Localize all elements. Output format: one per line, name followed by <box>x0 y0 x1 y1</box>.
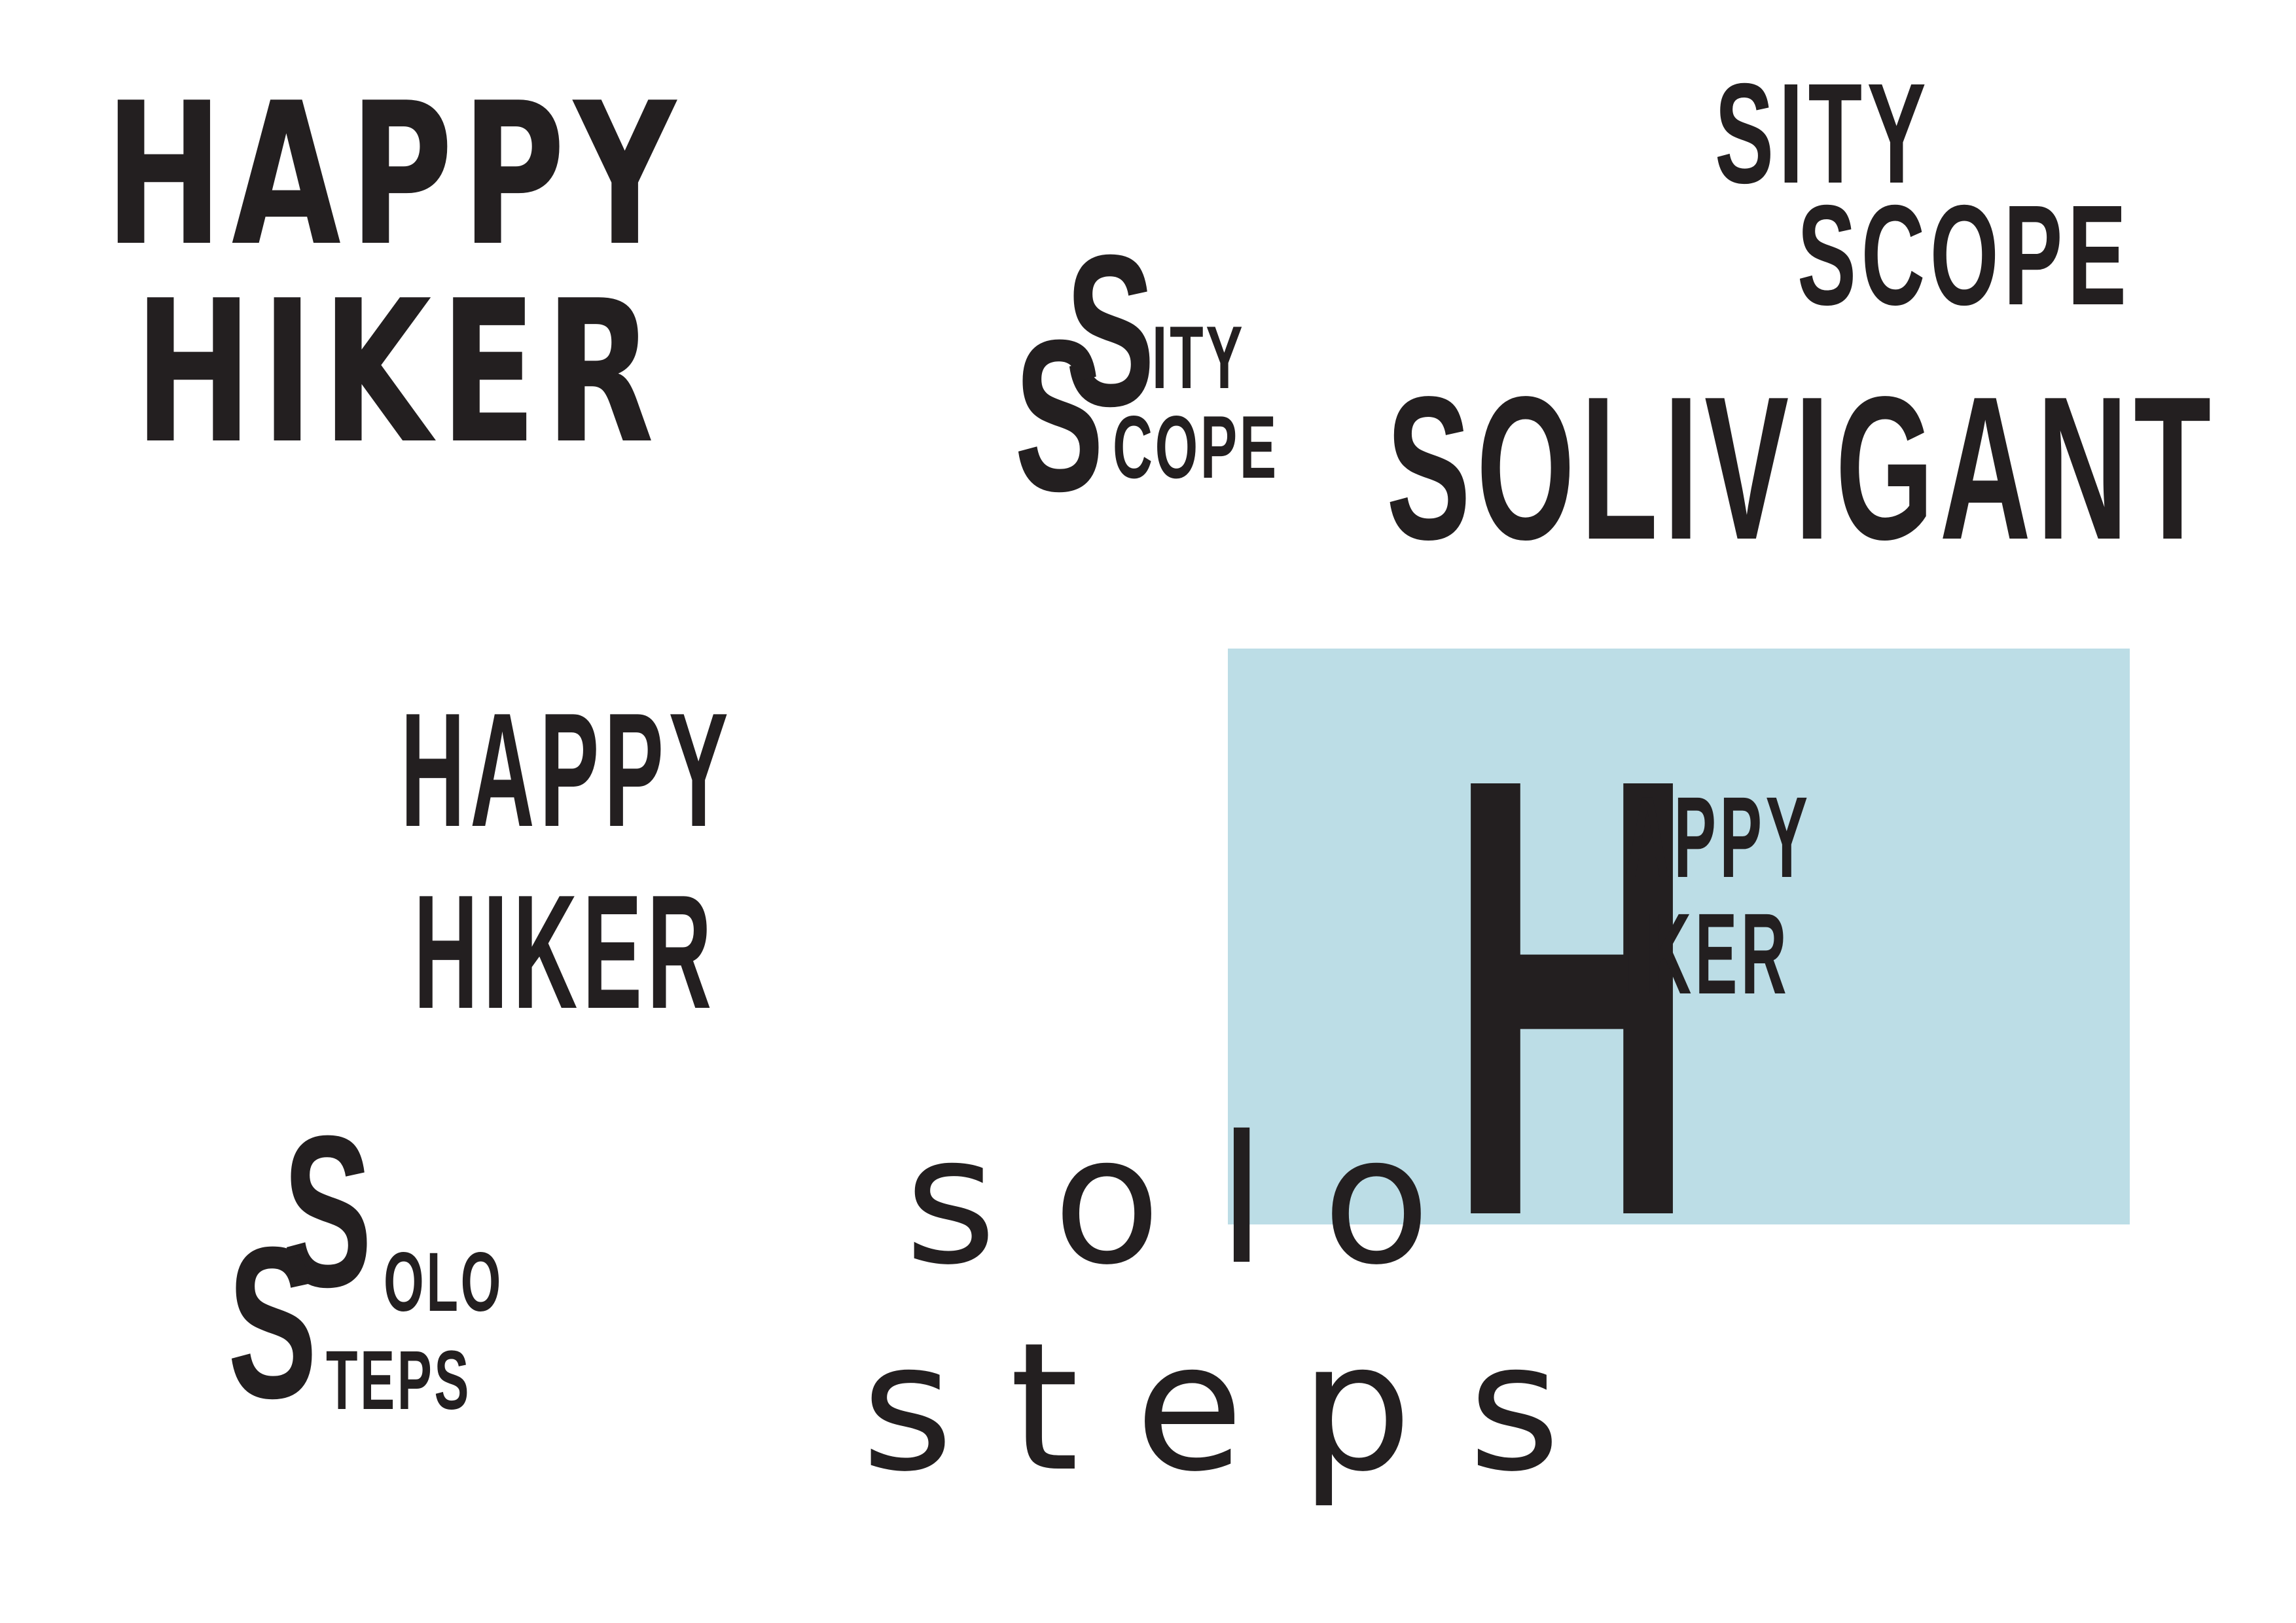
bubble-hiker-word: HIKER <box>134 259 663 487</box>
stencil-happy-word: HAPPY <box>401 679 734 861</box>
solo-word: s o l o <box>905 1097 1431 1304</box>
logo-sheet: { "panel_color": "#bcdde6", "ink_color":… <box>0 0 2296 1623</box>
steps-word: s t e p s <box>861 1304 1561 1510</box>
stencil-hiker-word: HIKER <box>414 861 717 1043</box>
bubble-happy-word: HAPPY <box>105 61 685 289</box>
scope-small-word: COPE <box>1113 397 1279 497</box>
steps-big-s-bottom: S <box>228 1202 317 1443</box>
sity-small-word: ITY <box>1152 308 1246 407</box>
olo-small-word: OLO <box>384 1236 504 1329</box>
panel-iker-word: IKER <box>1624 890 1791 1018</box>
teps-small-word: TEPS <box>326 1334 472 1427</box>
solivigant-word: SOLIVIGANT <box>1386 355 2217 582</box>
scope-word: SCOPE <box>1797 176 2132 335</box>
panel-appy-word: APPY <box>1624 774 1812 902</box>
scope-big-s-bottom: S <box>1014 294 1104 536</box>
